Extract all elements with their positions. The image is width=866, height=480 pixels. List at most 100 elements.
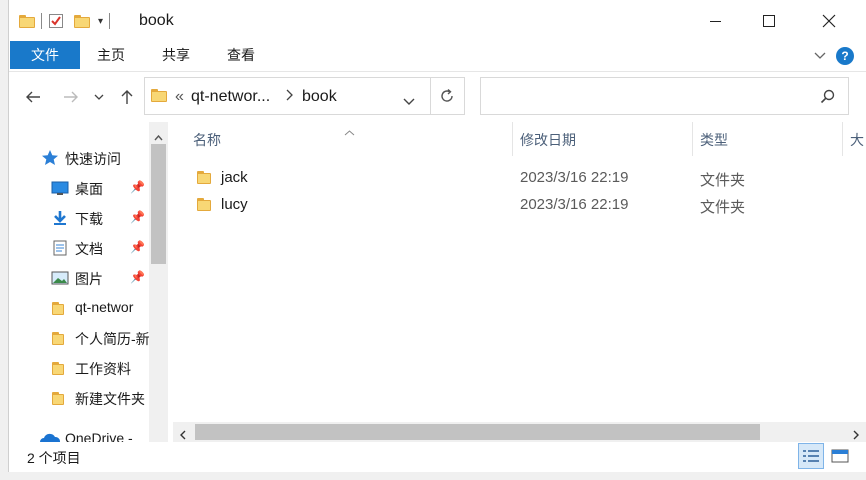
column-divider[interactable] xyxy=(512,122,513,156)
breadcrumb-item-parent[interactable]: qt-networ... xyxy=(191,88,270,106)
chevron-down-icon xyxy=(94,94,104,100)
large-icons-view-button[interactable] xyxy=(827,443,853,469)
nav-item-pictures[interactable]: 图片 📌 xyxy=(9,263,149,293)
breadcrumb-separator-icon xyxy=(286,88,293,104)
scroll-up-icon[interactable] xyxy=(154,128,163,144)
search-icon xyxy=(820,89,835,107)
refresh-icon xyxy=(441,88,453,102)
tab-share[interactable]: 共享 xyxy=(162,41,190,69)
details-view-button[interactable] xyxy=(798,443,824,469)
file-explorer-window: ▾ book 文件 主页 共享 查看 ? « qt-networ... book… xyxy=(8,0,866,480)
tab-view[interactable]: 查看 xyxy=(227,41,255,69)
folder-icon xyxy=(52,332,64,345)
maximize-button[interactable] xyxy=(746,0,792,42)
customize-toolbar-icon[interactable]: ▾ xyxy=(98,16,103,27)
item-count: 2 个项目 xyxy=(27,450,81,466)
table-row[interactable]: jack 2023/3/16 22:19 文件夹 xyxy=(197,165,837,191)
file-list: 名称 修改日期 类型 大 jack 2023/3/16 22:19 文件夹 lu… xyxy=(173,122,866,442)
column-header-size[interactable]: 大 xyxy=(850,130,864,150)
expand-ribbon-button[interactable] xyxy=(810,46,830,66)
help-icon: ? xyxy=(836,47,854,65)
folder-icon xyxy=(197,171,211,184)
horizontal-scrollbar[interactable] xyxy=(173,422,866,442)
nav-item-quick-access[interactable]: 快速访问 xyxy=(9,143,149,173)
nav-item-label: qt-networ xyxy=(75,299,134,315)
scroll-right-icon[interactable] xyxy=(853,427,859,443)
folder-icon xyxy=(52,362,64,375)
scroll-left-icon[interactable] xyxy=(180,427,186,443)
breadcrumb-overflow[interactable]: « xyxy=(175,88,184,106)
toolbar-divider xyxy=(41,13,42,29)
pin-icon[interactable]: 📌 xyxy=(130,180,145,194)
column-header-type[interactable]: 类型 xyxy=(700,130,728,150)
file-name: jack xyxy=(221,169,248,186)
nav-item-folder[interactable]: 工作资料 xyxy=(9,353,149,383)
sort-ascending-icon xyxy=(344,123,355,139)
file-date: 2023/3/16 22:19 xyxy=(520,169,629,186)
nav-item-label: 新建文件夹 xyxy=(75,391,145,407)
up-button[interactable] xyxy=(115,85,139,109)
forward-button[interactable] xyxy=(59,85,83,109)
toolbar-divider xyxy=(109,13,111,29)
address-dropdown-icon[interactable] xyxy=(403,93,415,109)
help-button[interactable]: ? xyxy=(835,46,855,66)
nav-item-folder[interactable]: qt-networ xyxy=(9,293,149,323)
column-header-name[interactable]: 名称 xyxy=(193,130,221,150)
file-type: 文件夹 xyxy=(700,199,746,216)
details-view-icon xyxy=(803,450,819,462)
column-divider[interactable] xyxy=(842,122,843,156)
nav-scrollbar-thumb[interactable] xyxy=(151,144,166,264)
nav-item-folder[interactable]: 新建文件夹 xyxy=(9,383,149,413)
tab-home[interactable]: 主页 xyxy=(97,41,125,69)
folder-icon xyxy=(151,89,167,102)
address-row: « qt-networ... book xyxy=(9,72,866,122)
address-bar[interactable]: « qt-networ... book xyxy=(144,77,431,115)
table-row[interactable]: lucy 2023/3/16 22:19 文件夹 xyxy=(197,192,837,218)
download-icon xyxy=(51,210,69,226)
quick-access-toolbar: ▾ xyxy=(19,11,116,31)
minimize-button[interactable] xyxy=(692,0,738,42)
file-type: 文件夹 xyxy=(700,172,746,189)
large-icons-view-icon xyxy=(831,449,849,463)
background-left xyxy=(0,0,8,480)
close-button[interactable] xyxy=(806,0,852,42)
ribbon-tabs: 文件 主页 共享 查看 ? xyxy=(9,40,866,72)
bottom-edge xyxy=(0,472,866,480)
file-name: lucy xyxy=(221,196,248,213)
search-input[interactable] xyxy=(480,77,849,115)
folder-icon xyxy=(52,392,64,405)
onedrive-icon xyxy=(39,433,61,442)
properties-icon[interactable] xyxy=(48,13,64,29)
nav-item-desktop[interactable]: 桌面 📌 xyxy=(9,173,149,203)
close-icon xyxy=(822,14,836,28)
folder-icon xyxy=(52,302,64,315)
recent-locations-button[interactable] xyxy=(91,85,107,109)
nav-item-documents[interactable]: 文档 📌 xyxy=(9,233,149,263)
file-date: 2023/3/16 22:19 xyxy=(520,196,629,213)
pin-icon[interactable]: 📌 xyxy=(130,210,145,224)
desktop-icon xyxy=(51,180,69,196)
document-icon xyxy=(51,240,69,256)
tab-file[interactable]: 文件 xyxy=(10,41,80,69)
folder-icon xyxy=(197,198,211,211)
arrow-right-icon xyxy=(64,91,78,103)
nav-item-downloads[interactable]: 下载 📌 xyxy=(9,203,149,233)
pin-icon[interactable]: 📌 xyxy=(130,270,145,284)
arrow-left-icon xyxy=(26,91,40,103)
breadcrumb-item-current[interactable]: book xyxy=(302,88,337,106)
column-divider[interactable] xyxy=(692,122,693,156)
nav-item-folder[interactable]: 个人简历-新 xyxy=(9,323,149,353)
new-folder-icon[interactable] xyxy=(74,14,90,28)
back-button[interactable] xyxy=(21,85,45,109)
title-bar: ▾ book xyxy=(9,0,866,42)
column-header-date[interactable]: 修改日期 xyxy=(520,130,576,150)
arrow-up-icon xyxy=(121,90,133,104)
pin-icon[interactable]: 📌 xyxy=(130,240,145,254)
nav-scrollbar[interactable] xyxy=(149,122,168,442)
refresh-button[interactable] xyxy=(430,77,465,115)
navigation-pane: 快速访问 桌面 📌 下载 📌 文档 📌 图片 📌 qt-networ 个人简历-… xyxy=(9,122,169,442)
nav-item-onedrive[interactable]: OneDrive - xyxy=(9,424,149,442)
star-icon xyxy=(41,149,59,169)
status-bar: 2 个项目 xyxy=(9,442,866,472)
horizontal-scrollbar-thumb[interactable] xyxy=(195,424,760,440)
